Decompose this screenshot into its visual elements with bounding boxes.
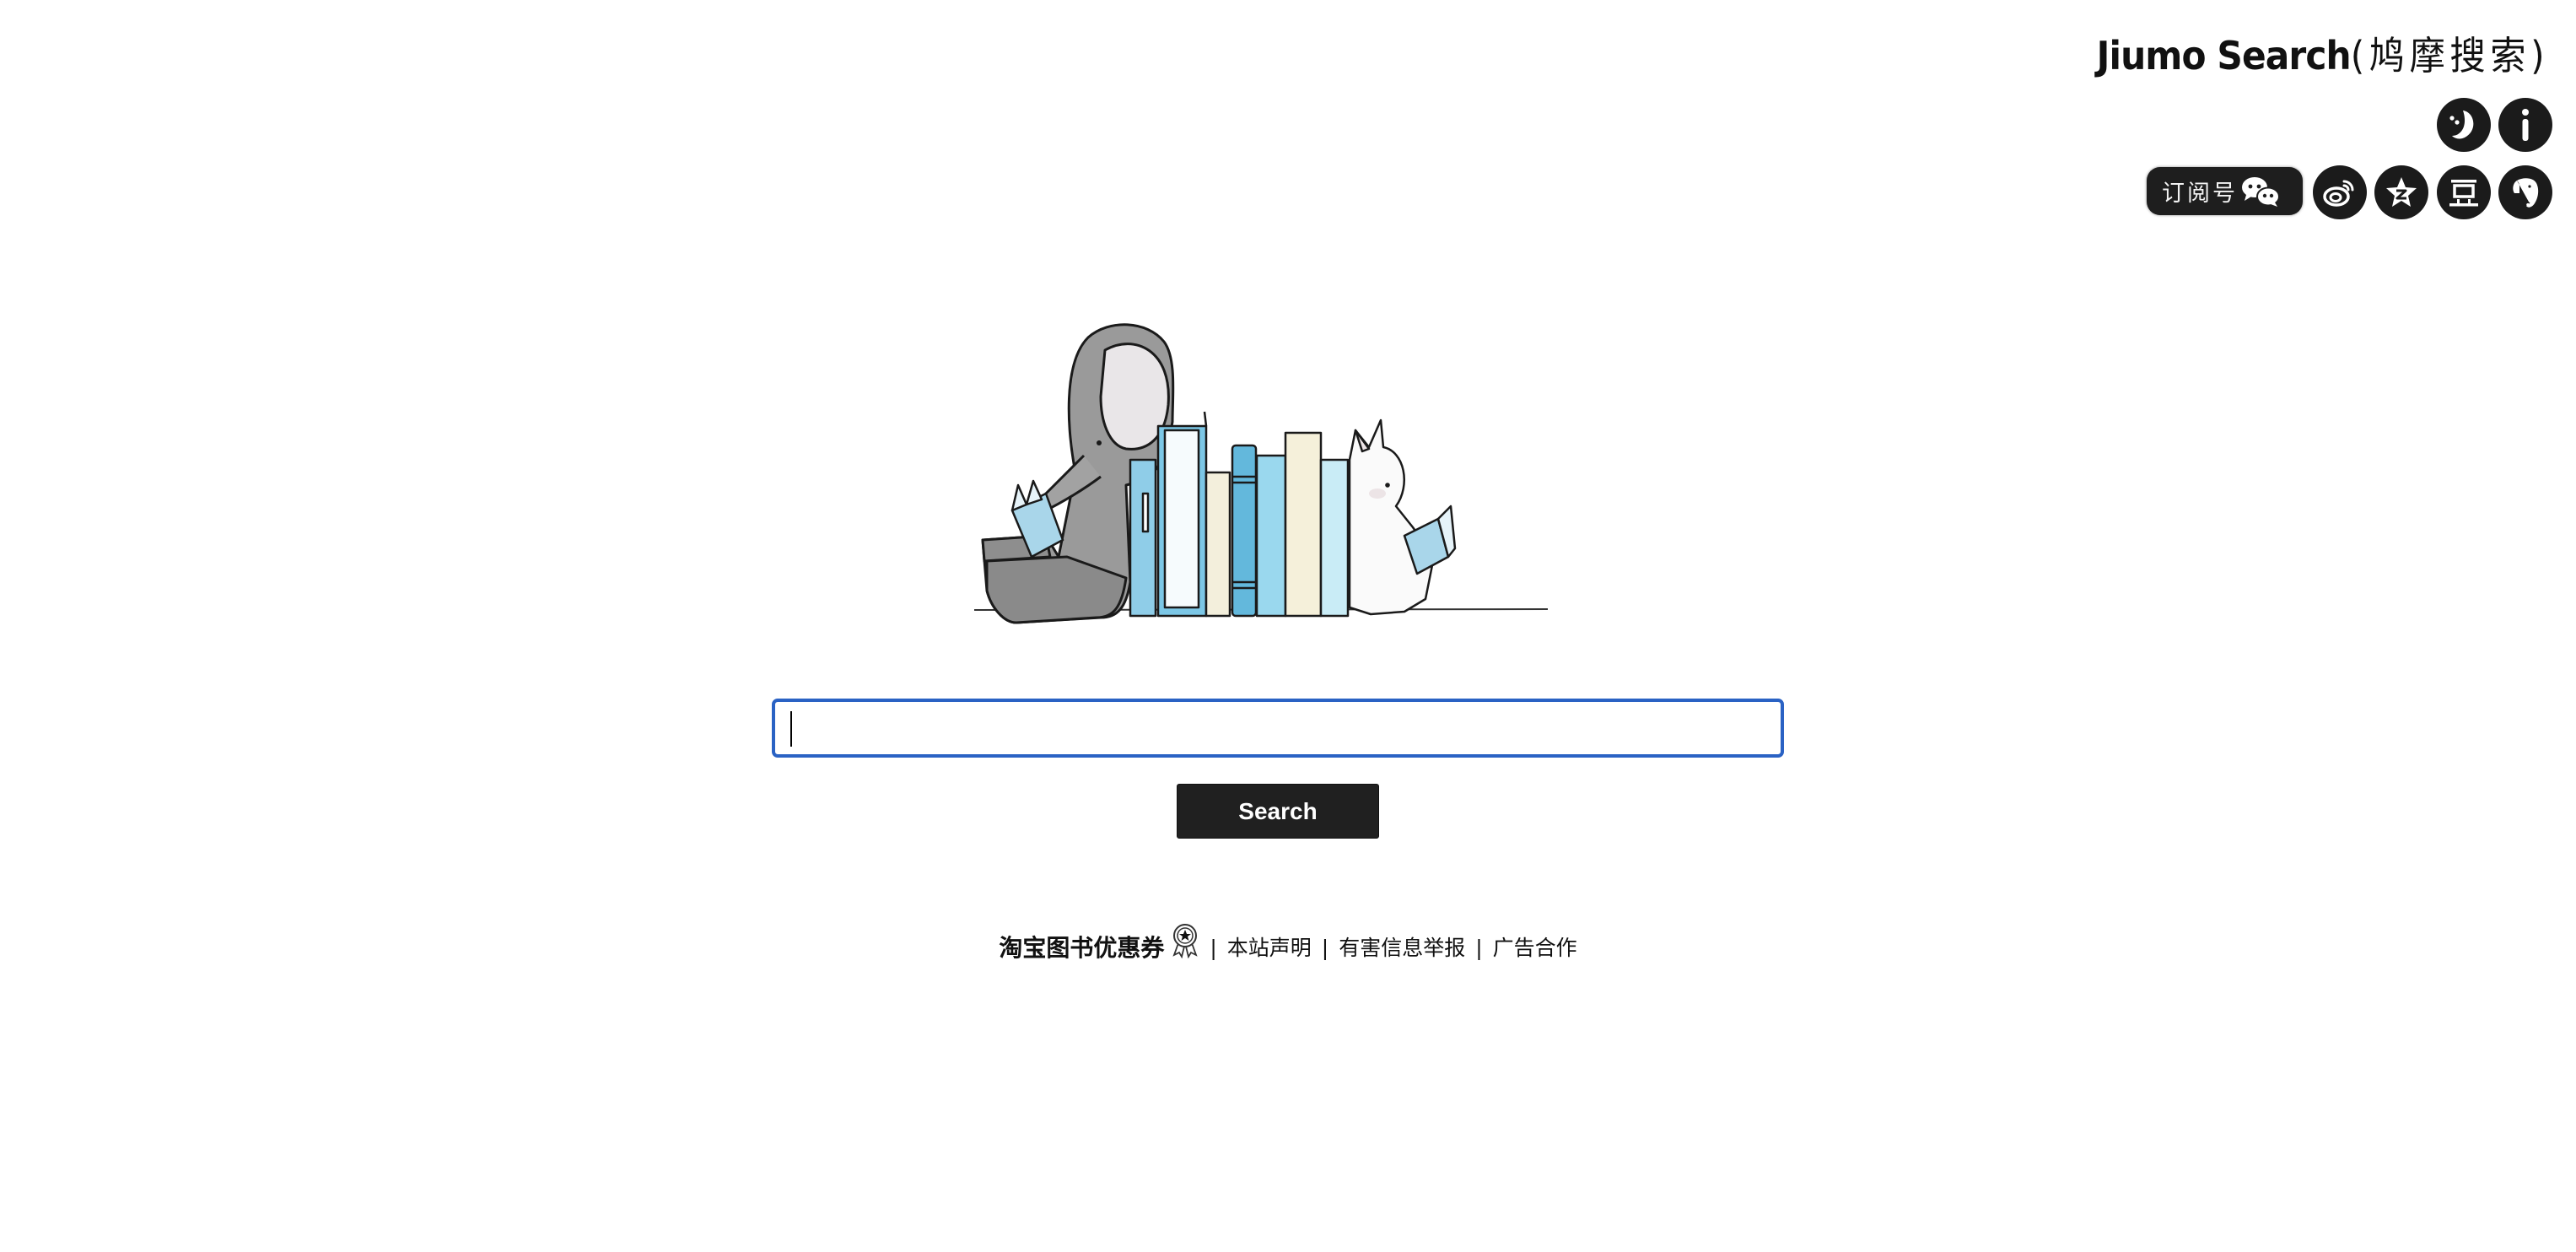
books-icon — [1129, 411, 1350, 618]
hero-illustration — [973, 323, 1549, 624]
qzone-button[interactable] — [2374, 165, 2428, 219]
night-mode-button[interactable] — [2437, 98, 2491, 152]
wechat-icon — [2242, 176, 2280, 207]
award-badge-icon — [1172, 924, 1198, 958]
qzone-icon — [2386, 177, 2417, 207]
bunny-icon — [1348, 418, 1436, 616]
taobao-coupon-link[interactable]: 淘宝图书优惠券 — [999, 923, 1199, 963]
footer-separator: | — [1210, 936, 1217, 960]
weibo-button[interactable] — [2313, 165, 2367, 219]
weibo-icon — [2323, 180, 2354, 207]
footer-link-advertising[interactable]: 广告合作 — [1493, 933, 1577, 963]
evernote-button[interactable] — [2498, 165, 2552, 219]
footer: 淘宝图书优惠券 | 本站声明 | 有害信息举报 | 广告合作 — [0, 921, 2576, 963]
douban-button[interactable] — [2437, 165, 2491, 219]
subscription-label: 订阅号 — [2162, 181, 2238, 207]
site-title[interactable]: Jiumo Search(鸠摩搜索) — [2096, 25, 2549, 81]
info-button[interactable] — [2498, 98, 2552, 152]
wechat-subscription-button[interactable]: 订阅号 — [2147, 167, 2303, 215]
search-input[interactable] — [772, 699, 1784, 758]
site-title-cn: (鸠摩搜索) — [2350, 33, 2549, 78]
search-button[interactable]: Search — [1177, 784, 1379, 839]
taobao-coupon-label: 淘宝图书优惠券 — [999, 934, 1165, 962]
douban-icon — [2449, 180, 2478, 207]
moon-icon — [2449, 111, 2474, 139]
footer-separator: | — [1475, 936, 1483, 960]
footer-link-disclaimer[interactable]: 本站声明 — [1227, 933, 1312, 963]
site-title-en: Jiumo Search — [2096, 33, 2351, 78]
footer-separator: | — [1321, 936, 1329, 960]
evernote-icon — [2513, 178, 2539, 208]
footer-link-report[interactable]: 有害信息举报 — [1339, 933, 1465, 963]
text-caret — [790, 711, 792, 747]
info-icon — [2522, 109, 2529, 141]
